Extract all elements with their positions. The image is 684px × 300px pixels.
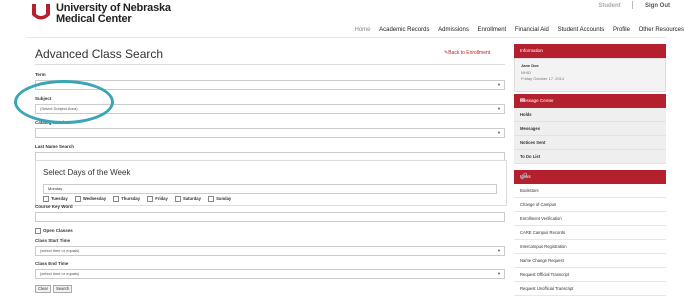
info-name: Jane Doe <box>521 63 539 68</box>
day-tuesday[interactable]: Tuesday <box>43 196 68 202</box>
student-link[interactable]: Student <box>598 3 620 9</box>
term-select[interactable]: ▼ <box>35 80 505 90</box>
top-links: Student Sign Out <box>588 1 670 9</box>
page-title: Advanced Class Search <box>35 47 164 61</box>
message-item-messages[interactable]: Messages <box>514 122 666 136</box>
search-button[interactable]: Search <box>53 285 73 293</box>
nav-home[interactable]: Home <box>354 27 370 33</box>
class-end-time-label: Class End Time <box>35 261 69 266</box>
message-center-header[interactable]: Message Center ✉ <box>514 94 666 108</box>
link-request-unofficial-transcript[interactable]: Request Unofficial Transcript <box>514 282 666 296</box>
checkbox-icon <box>208 196 215 202</box>
start-time-value: (select time or equals) <box>40 248 80 253</box>
checkbox-icon <box>175 196 182 202</box>
nav-academic-records[interactable]: Academic Records <box>379 27 429 33</box>
link-care-campus-records[interactable]: CARE Campus Records <box>514 226 666 240</box>
day-selected-field[interactable]: Monday <box>43 184 497 194</box>
open-classes-label: Open Classes <box>43 228 73 234</box>
chevron-down-icon: ▼ <box>497 130 501 135</box>
clear-button[interactable]: Clear <box>35 285 52 293</box>
checkbox-icon <box>147 196 154 202</box>
nav-admissions[interactable]: Admissions <box>438 27 469 33</box>
course-keyword-label: Course Key Word <box>35 204 73 209</box>
top-bar: University of Nebraska Medical Center St… <box>0 0 684 38</box>
nav-other-resources[interactable]: Other Resources <box>639 27 684 33</box>
checkbox-icon <box>74 196 81 202</box>
information-header: Information <box>514 44 666 58</box>
day-friday[interactable]: Friday <box>147 196 168 202</box>
link-enrollment-verification[interactable]: Enrollment Verification <box>514 212 666 226</box>
day-saturday[interactable]: Saturday <box>175 196 201 202</box>
day-thursday[interactable]: Thursday <box>113 196 140 202</box>
link-bookstore[interactable]: Bookstore <box>514 184 666 198</box>
main-nav: Home Academic Records Admissions Enrollm… <box>347 27 684 33</box>
chevron-down-icon: ▼ <box>497 248 501 253</box>
unmc-logo-icon <box>32 4 50 20</box>
link-change-of-campus[interactable]: Change of Campus <box>514 198 666 212</box>
link-intercampus-registration[interactable]: Intercampus Registration <box>514 240 666 254</box>
class-end-time-select[interactable]: (select time or equals) ▼ <box>35 269 505 279</box>
information-body: Jane Doe NHID Friday October 17, 2014 <box>514 58 666 92</box>
subject-label: Subject <box>35 96 52 101</box>
nav-enrollment[interactable]: Enrollment <box>478 27 507 33</box>
back-to-enrollment-link[interactable]: ✎Back to Enrollment <box>444 50 490 56</box>
message-item-to-do-list[interactable]: To Do List <box>514 150 666 164</box>
back-link-label: Back to Enrollment <box>448 50 491 56</box>
sign-out-link[interactable]: Sign Out <box>645 3 670 9</box>
last-name-search-label: Last Name Search <box>35 144 75 149</box>
days-title: Select Days of the Week <box>43 168 131 177</box>
day-wednesday[interactable]: Wednesday <box>74 196 106 202</box>
link-name-change-request[interactable]: Name Change Request <box>514 254 666 268</box>
nav-student-accounts[interactable]: Student Accounts <box>558 27 605 33</box>
chevron-down-icon: ▼ <box>497 82 501 87</box>
links-header[interactable]: Links 🔗 <box>514 170 666 184</box>
nav-profile[interactable]: Profile <box>613 27 630 33</box>
chevron-down-icon: ▼ <box>497 271 501 276</box>
envelope-icon: ✉ <box>520 98 526 104</box>
catalog-number-select[interactable]: ▼ <box>35 128 505 138</box>
information-title: Information <box>520 48 543 53</box>
checkbox-icon <box>113 196 120 202</box>
end-time-value: (select time or equals) <box>40 271 80 276</box>
course-keyword-input[interactable] <box>35 212 505 222</box>
divider <box>632 1 634 9</box>
link-icon: 🔗 <box>520 174 528 180</box>
day-sunday[interactable]: Sunday <box>208 196 231 202</box>
catalog-number-label: Catalog Number <box>35 120 70 125</box>
chevron-down-icon: ▼ <box>497 106 501 111</box>
days-checkbox-row: Tuesday Wednesday Thursday Friday Saturd… <box>43 196 237 202</box>
info-id: NHID <box>521 70 531 75</box>
message-item-holds[interactable]: Holds <box>514 108 666 122</box>
title-divider <box>35 64 505 65</box>
open-classes-option[interactable]: Open Classes <box>35 228 73 234</box>
info-date: Friday October 17, 2014 <box>521 76 565 81</box>
day-selected-value: Monday <box>48 186 63 191</box>
checkbox-icon <box>43 196 49 202</box>
term-label: Term <box>35 72 46 77</box>
subject-select[interactable]: (Select Subject Area) ▼ <box>35 104 505 114</box>
nav-financial-aid[interactable]: Financial Aid <box>515 27 549 33</box>
message-item-notices-sent[interactable]: Notices Sent <box>514 136 666 150</box>
class-start-time-label: Class Start Time <box>35 238 71 243</box>
checkbox-icon <box>35 228 41 234</box>
brand-line2: Medical Center <box>56 13 132 25</box>
nav-divider <box>27 37 667 38</box>
class-start-time-select[interactable]: (select time or equals) ▼ <box>35 246 505 256</box>
link-request-official-transcript[interactable]: Request Official Transcript <box>514 268 666 282</box>
subject-select-value: (Select Subject Area) <box>40 106 78 111</box>
